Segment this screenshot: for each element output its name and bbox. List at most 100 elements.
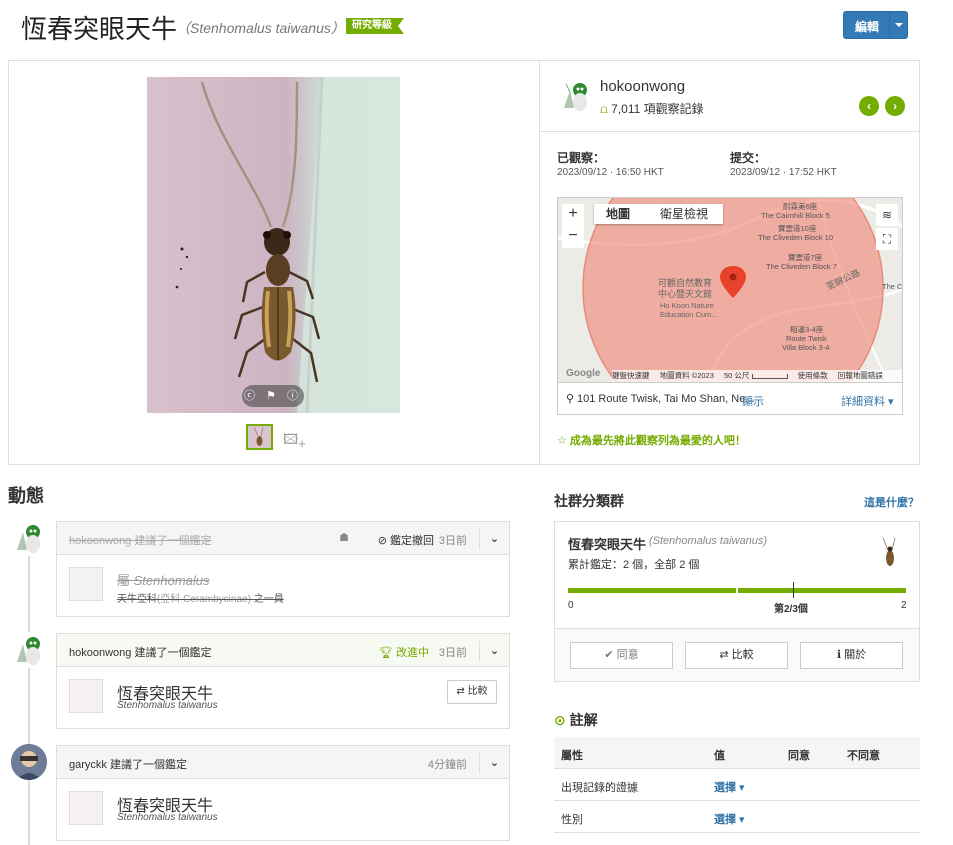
map-label: The Cliveden Block 10 bbox=[758, 233, 833, 242]
observer-username[interactable]: hokoonwong bbox=[600, 78, 685, 95]
taxon-sci-name: Stenhomalus taiwanus bbox=[117, 812, 218, 823]
community-taxon-name[interactable]: 恆春突眼天牛 bbox=[568, 534, 646, 553]
map-attribution: 鍵盤快速鍵 地圖資料 ©2023 50 公尺 使用條款 回報地圖錯誤 bbox=[612, 370, 902, 382]
what-is-this-link[interactable]: 這是什麼？ bbox=[864, 494, 919, 510]
map-label: The Ca bbox=[882, 282, 903, 291]
map-type-switch: 地圖 衛星檢視 bbox=[594, 204, 723, 224]
community-taxon-heading: 社群分類群 bbox=[554, 493, 624, 509]
obs-count-text: 7,011 項觀察記錄 bbox=[611, 102, 704, 116]
observer-avatar[interactable] bbox=[558, 78, 594, 114]
annotation-select[interactable]: 選擇 ▾ bbox=[714, 779, 745, 795]
observation-panel: ⓒ ⚑ ⓘ 🖾+ hokoonwong ⩍ 7,011 項觀察記錄 ‹ › 已觀… bbox=[8, 60, 920, 465]
location-bar: ⚲ 101 Route Twisk, Tai Mo Shan, Ne... 顯示… bbox=[558, 382, 902, 414]
zoom-out-button[interactable]: − bbox=[562, 226, 584, 248]
community-actions: ✔ 同意 ⇄ 比較 ℹ 關於 bbox=[555, 628, 919, 681]
page-title: 恆春突眼天牛 bbox=[21, 14, 178, 44]
location-map[interactable]: 耐霖美6座 The Cairnhill Block 5 寶雲道10座 The C… bbox=[557, 197, 903, 415]
observed-label: 已觀察： bbox=[557, 151, 606, 165]
next-observation-icon[interactable]: › bbox=[885, 96, 905, 116]
identification-author: hokoonwong 建議了一個鑑定 bbox=[69, 535, 212, 547]
taxon-sci-name: Stenhomalus bbox=[133, 573, 210, 588]
map-label: 相運3-4座 bbox=[790, 324, 824, 334]
withdrawn-status-text: 鑑定撤回 bbox=[390, 535, 434, 547]
community-taxon-sci: (Stenhomalus taiwanus) bbox=[649, 535, 768, 547]
activity-timeline bbox=[28, 545, 30, 845]
about-button[interactable]: ℹ 關於 bbox=[800, 642, 903, 669]
col-agree: 同意 bbox=[788, 750, 810, 762]
map-label: Education Cum... bbox=[660, 310, 718, 319]
map-label: 中心暨天文館 bbox=[658, 288, 712, 299]
edit-dropdown-caret-icon[interactable] bbox=[889, 12, 907, 38]
submitted-label: 提交： bbox=[730, 151, 767, 165]
identification-card: hokoonwong 建議了一個鑑定 ☗ ⊘ 鑑定撤回 3日前 ⌄ 屬 Sten… bbox=[56, 521, 510, 617]
tab-map[interactable]: 地圖 bbox=[606, 204, 630, 224]
location-pin-icon: ⚲ bbox=[566, 393, 575, 405]
chevron-down-icon[interactable]: ⌄ bbox=[479, 529, 509, 549]
map-label: Villa Block 3-4 bbox=[782, 343, 829, 352]
layers-icon[interactable]: ≋ bbox=[876, 204, 898, 226]
avatar[interactable] bbox=[11, 744, 47, 780]
identification-time: 3日前 bbox=[438, 647, 467, 659]
thumbnail-beetle-icon bbox=[253, 426, 264, 446]
taxon-parent: 天牛亞科(亞科 Cerambycinae) 之一員 bbox=[117, 590, 284, 605]
favorite-prompt[interactable]: ☆ 成為最先將此觀察列為最愛的人吧！ bbox=[557, 432, 746, 448]
annotation-select[interactable]: 選擇 ▾ bbox=[714, 811, 745, 827]
compare-button[interactable]: ⇄ 比較 bbox=[685, 642, 788, 669]
terms-link[interactable]: 使用條款 bbox=[798, 371, 828, 380]
identification-time: 4分鐘前 bbox=[427, 759, 467, 771]
annotation-attribute: 性別 bbox=[561, 814, 583, 826]
observer-row: hokoonwong ⩍ 7,011 項觀察記錄 ‹ › bbox=[541, 61, 919, 132]
edit-button[interactable]: 編輯 bbox=[843, 11, 908, 39]
taxon-rank: 屬 bbox=[117, 573, 131, 588]
compare-button[interactable]: ⇄ 比較 bbox=[447, 680, 497, 704]
map-label: 可觀自然教育 bbox=[658, 277, 712, 288]
favorite-prompt-text: 成為最先將此觀察列為最愛的人吧！ bbox=[569, 435, 746, 447]
bar-max-label: 2 bbox=[901, 600, 907, 611]
chevron-down-icon[interactable]: ⌄ bbox=[479, 753, 509, 773]
add-photo-icon[interactable]: 🖾+ bbox=[283, 429, 306, 453]
avatar[interactable] bbox=[11, 520, 47, 556]
binoculars-icon: ⩍ bbox=[600, 102, 612, 116]
identification-card: hokoonwong 建議了一個鑑定 🏆︎ 改進中 3日前 ⌄ 恆春突眼天牛 S… bbox=[56, 633, 510, 729]
cumulative-ids: 累計鑑定：2 個，全部 2 個 bbox=[568, 559, 700, 571]
report-error-link[interactable]: 回報地圖錯誤 bbox=[838, 371, 883, 380]
google-logo: Google bbox=[566, 368, 601, 379]
beetle-image bbox=[175, 77, 400, 413]
fullscreen-icon[interactable]: ⛶ bbox=[876, 228, 898, 250]
agree-button[interactable]: ✔ 同意 bbox=[570, 642, 673, 669]
photo-thumbnail[interactable] bbox=[246, 424, 273, 450]
chevron-circle-down-icon: ⊙ bbox=[554, 712, 570, 728]
table-row: 出現記錄的證據 選擇 ▾ bbox=[554, 769, 920, 801]
identification-body: 恆春突眼天牛 Stenhomalus taiwanus ⇄ 比較 bbox=[57, 667, 509, 723]
details-link[interactable]: 詳細資料 ▾ bbox=[841, 393, 894, 409]
avatar[interactable] bbox=[11, 632, 47, 668]
map-label: The Cliveden Block 7 bbox=[766, 262, 837, 271]
map-label: 寶雲道7座 bbox=[788, 252, 823, 262]
improving-status-text: 改進中 bbox=[396, 647, 429, 659]
taxon-thumbnail[interactable] bbox=[69, 567, 103, 601]
keyboard-shortcuts-link[interactable]: 鍵盤快速鍵 bbox=[612, 371, 650, 380]
zoom-in-button[interactable]: + bbox=[562, 204, 584, 226]
location-text: 101 Route Twisk, Tai Mo Shan, Ne... bbox=[577, 393, 755, 405]
scale-bar bbox=[751, 373, 788, 379]
col-attribute: 屬性 bbox=[561, 750, 583, 762]
observer-obs-count[interactable]: ⩍ 7,011 項觀察記錄 bbox=[600, 100, 704, 117]
identification-author: garyckk 建議了一個鑑定 bbox=[69, 759, 187, 771]
show-location-link[interactable]: 顯示 bbox=[742, 393, 764, 409]
previous-observation-icon[interactable]: ‹ bbox=[859, 96, 879, 116]
annotations-table: 屬性 值 同意 不同意 出現記錄的證據 選擇 ▾ 性別 選擇 ▾ bbox=[554, 737, 920, 833]
annotations-heading[interactable]: ⊙ 註解 bbox=[554, 710, 598, 730]
chevron-down-icon[interactable]: ⌄ bbox=[479, 641, 509, 661]
annotation-attribute: 出現記錄的證據 bbox=[561, 782, 638, 794]
identification-body: 屬 Stenhomalus 天牛亞科(亞科 Cerambycinae) 之一員 bbox=[57, 555, 509, 617]
taxon-thumbnail[interactable] bbox=[69, 791, 103, 825]
map-label: Ho Koon Nature bbox=[660, 301, 714, 310]
community-taxon-thumbnail[interactable] bbox=[873, 536, 907, 570]
taxon-thumbnail[interactable] bbox=[69, 679, 103, 713]
photo-controls[interactable]: ⓒ ⚑ ⓘ bbox=[242, 385, 304, 407]
tab-satellite[interactable]: 衛星檢視 bbox=[660, 204, 708, 224]
activity-heading: 動態 bbox=[8, 486, 44, 506]
observation-photo[interactable]: ⓒ ⚑ ⓘ bbox=[147, 77, 400, 413]
taxon-name[interactable]: 屬 Stenhomalus bbox=[117, 570, 210, 589]
scientific-name: （Stenhomalus taiwanus） bbox=[176, 20, 345, 36]
